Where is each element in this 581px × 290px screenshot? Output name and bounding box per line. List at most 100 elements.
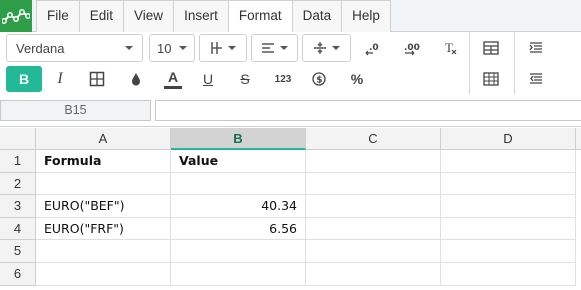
cell-a4[interactable]: EURO("FRF") [36,218,171,240]
grid-divider [0,126,581,127]
borders-button[interactable] [199,34,247,62]
clear-format-icon: T [445,40,457,55]
decrease-decimals-icon: .0 [365,43,379,56]
font-size-select[interactable]: 10 [149,34,195,62]
cell-b4[interactable]: 6.56 [171,218,306,240]
underline-button[interactable]: U [196,67,220,91]
cell-c2[interactable] [306,173,441,195]
cell-d4[interactable] [441,218,576,240]
increase-decimals-icon: .00 [404,43,420,56]
merge-cells-icon [483,41,499,55]
toolbar: Verdana 10 .0 .00 T B I A U S 123 $ % [0,32,581,96]
column-header-a[interactable]: A [36,128,171,150]
menu-tab-view[interactable]: View [124,0,175,32]
indent-icon [529,42,542,53]
cell-b6[interactable] [171,263,306,286]
menu-tab-edit[interactable]: Edit [79,0,125,32]
table-borders-icon [89,71,105,87]
row-header-1[interactable]: 1 [0,150,36,173]
vertical-align-button[interactable] [302,34,351,62]
row-header-4[interactable]: 4 [0,218,36,240]
cell-b5[interactable] [171,240,306,263]
chevron-down-icon [179,46,187,50]
decrease-decimals-button[interactable]: .0 [360,36,386,60]
outdent-button[interactable] [524,67,548,91]
cell-a6[interactable] [36,263,171,286]
borders-icon [211,42,222,54]
toolbar-divider [469,32,470,94]
cell-b2[interactable] [171,173,306,195]
row-header-3[interactable]: 3 [0,195,36,218]
cell-d3[interactable] [441,195,576,218]
cell-b1[interactable]: Value [171,150,306,173]
chevron-down-icon [125,46,133,50]
fill-color-icon [132,73,140,86]
align-left-icon [262,43,274,53]
app-logo[interactable] [0,0,32,32]
percent-button[interactable]: % [344,67,370,91]
fill-color-button[interactable] [124,67,148,91]
cell-d6[interactable] [441,263,576,286]
cell-a2[interactable] [36,173,171,195]
menu-tab-file[interactable]: File [36,0,80,32]
row-header-6[interactable]: 6 [0,263,36,286]
cell-d2[interactable] [441,173,576,195]
svg-text:$: $ [316,76,322,86]
cell-c3[interactable] [306,195,441,218]
indent-button[interactable] [524,36,548,60]
chevron-down-icon [280,46,288,50]
menu-bar: File Edit View Insert Format Data Help [0,0,581,33]
horizontal-align-button[interactable] [251,34,298,62]
row-header-5[interactable]: 5 [0,240,36,263]
column-header-e[interactable] [576,128,581,150]
cell-reference-box[interactable]: B15 [0,100,151,121]
cell-c6[interactable] [306,263,441,286]
column-header-d[interactable]: D [441,128,576,150]
cell-a1[interactable]: Formula [36,150,171,173]
italic-button[interactable]: I [48,67,72,91]
cell-a5[interactable] [36,240,171,263]
chevron-down-icon [228,46,236,50]
number-format-button[interactable]: 123 [270,67,296,91]
formula-input[interactable] [155,100,581,121]
cell-d1[interactable] [441,150,576,173]
menu-tab-help[interactable]: Help [342,0,391,32]
currency-icon: $ [312,72,326,86]
cell-borders-button[interactable] [85,67,109,91]
cell-b3[interactable]: 40.34 [171,195,306,218]
menu-tabs: File Edit View Insert Format Data Help [36,0,391,33]
outdent-icon [530,73,542,84]
font-family-value: Verdana [16,40,65,56]
bold-button[interactable]: B [6,66,42,92]
strikethrough-button[interactable]: S [233,67,257,91]
clear-format-button[interactable]: T [437,36,463,60]
insert-table-button[interactable] [478,67,504,91]
menu-tab-format[interactable]: Format [228,0,293,33]
cell-a3[interactable]: EURO("BEF") [36,195,171,218]
select-all-corner[interactable] [0,128,36,150]
font-size-value: 10 [157,40,172,56]
menu-tab-data[interactable]: Data [292,0,343,32]
chevron-down-icon [332,46,340,50]
column-header-b[interactable]: B [171,128,306,150]
svg-text:.0: .0 [369,43,379,53]
text-color-swatch [164,86,182,89]
column-header-c[interactable]: C [306,128,441,150]
currency-button[interactable]: $ [307,67,331,91]
menu-tab-insert[interactable]: Insert [174,0,229,32]
cell-c4[interactable] [306,218,441,240]
font-family-select[interactable]: Verdana [6,34,143,62]
row-header-2[interactable]: 2 [0,173,36,195]
text-color-button[interactable]: A [160,65,186,93]
svg-text:T: T [445,40,453,55]
cell-d5[interactable] [441,240,576,263]
increase-decimals-button[interactable]: .00 [398,36,426,60]
spreadsheet-logo-icon [2,9,30,24]
vertical-align-icon [314,42,326,54]
text-color-label: A [167,69,179,85]
cell-c1[interactable] [306,150,441,173]
merge-cells-button[interactable] [478,36,504,60]
toolbar-divider [514,32,515,94]
table-icon [483,72,499,86]
cell-c5[interactable] [306,240,441,263]
